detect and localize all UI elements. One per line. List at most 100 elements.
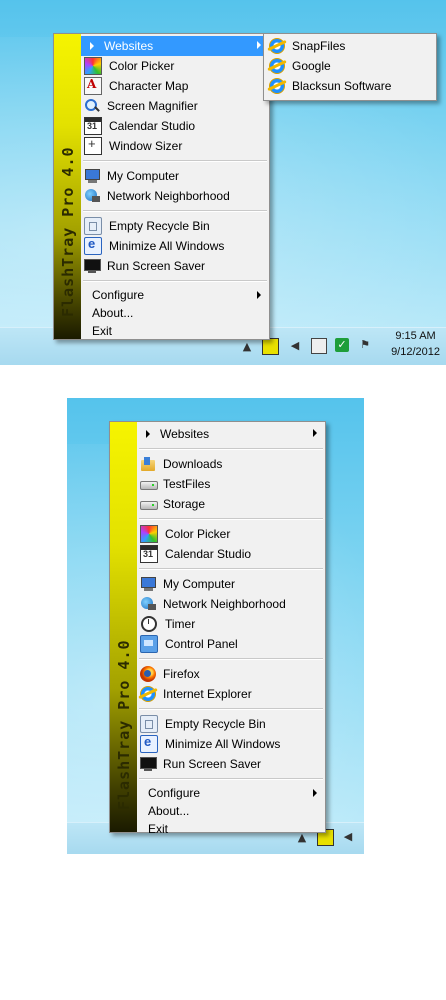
screen-saver-icon (84, 258, 101, 274)
menu-item-my-computer[interactable]: My Computer (81, 166, 269, 186)
menu-separator (139, 708, 323, 710)
sidebar-title: FlashTray Pro 4.0 (58, 146, 77, 317)
menu-item-network-neighborhood[interactable]: Network Neighborhood (137, 594, 325, 614)
menu-item-label: Storage (163, 497, 206, 511)
network-tray-icon[interactable] (311, 338, 327, 354)
menu-item-firefox[interactable]: Firefox (137, 664, 325, 684)
menu-item-label: Minimize All Windows (109, 239, 225, 253)
menu-item-minimize-all-windows[interactable]: Minimize All Windows (137, 734, 325, 754)
taskbar-clock[interactable]: 9:15 AM 9/12/2012 (391, 328, 440, 360)
flashtray-sidebar: FlashTray Pro 4.0 (110, 422, 137, 832)
menu-separator (139, 658, 323, 660)
show-hidden-icons-icon[interactable]: ▲ (240, 340, 254, 354)
menu-item-label: Internet Explorer (163, 687, 252, 701)
submenu-bullet-icon (146, 430, 150, 438)
menu-item-label: Calendar Studio (165, 547, 252, 561)
menu-item-control-panel[interactable]: Control Panel (137, 634, 325, 654)
submenu-arrow-icon (257, 41, 261, 49)
minimize-windows-icon (140, 734, 158, 753)
menu-item-minimize-all-windows[interactable]: Minimize All Windows (81, 236, 269, 256)
websites-submenu: SnapFiles Google Blacksun Software (263, 33, 437, 101)
submenu-bullet-icon (90, 42, 94, 50)
submenu-item-google[interactable]: Google (264, 56, 436, 76)
menu-item-window-sizer[interactable]: Window Sizer (81, 136, 269, 156)
menu-item-storage[interactable]: Storage (137, 494, 325, 514)
clock-date: 9/12/2012 (391, 346, 440, 358)
menu-item-timer[interactable]: Timer (137, 614, 325, 634)
submenu-arrow-icon (313, 789, 317, 797)
menu-item-exit[interactable]: Exit (137, 820, 325, 838)
menu-item-color-picker[interactable]: Color Picker (81, 56, 269, 76)
menu-item-empty-recycle-bin[interactable]: Empty Recycle Bin (81, 216, 269, 236)
menu-item-configure[interactable]: Configure (137, 784, 325, 802)
menu-item-label: Minimize All Windows (165, 737, 281, 751)
submenu-item-snapfiles[interactable]: SnapFiles (264, 36, 436, 56)
timer-icon (141, 616, 157, 632)
menu-item-label: Downloads (163, 457, 223, 471)
menu-item-network-neighborhood[interactable]: Network Neighborhood (81, 186, 269, 206)
screen-saver-icon (140, 756, 157, 772)
menu-item-empty-recycle-bin[interactable]: Empty Recycle Bin (137, 714, 325, 734)
menu-separator (83, 160, 267, 162)
menu-separator (139, 568, 323, 570)
menu-item-about[interactable]: About... (137, 802, 325, 820)
flashtray-tray-icon[interactable] (262, 338, 279, 355)
submenu-item-blacksun-software[interactable]: Blacksun Software (264, 76, 436, 96)
computer-icon (140, 576, 156, 592)
menu-item-label: Websites (104, 39, 154, 53)
menu-item-internet-explorer[interactable]: Internet Explorer (137, 684, 325, 704)
menu-item-exit[interactable]: Exit (81, 322, 269, 340)
volume-icon[interactable]: ◀ (341, 830, 355, 844)
downloads-folder-icon (140, 456, 156, 472)
menu-item-label: Screen Magnifier (107, 99, 198, 113)
menu-item-testfiles[interactable]: TestFiles (137, 474, 325, 494)
action-center-flag-icon[interactable]: ⚑ (358, 338, 372, 352)
menu-item-character-map[interactable]: Character Map (81, 76, 269, 96)
menu-item-my-computer[interactable]: My Computer (137, 574, 325, 594)
menu-item-websites[interactable]: Websites (137, 424, 325, 444)
menu-item-label: Control Panel (165, 637, 238, 651)
menu-item-label: Timer (165, 617, 196, 631)
clock-time: 9:15 AM (395, 330, 436, 342)
menu-item-label: Exit (148, 822, 169, 836)
menu-item-label: Network Neighborhood (163, 597, 286, 611)
menu-item-label: Character Map (109, 79, 189, 93)
menu-item-calendar-studio[interactable]: Calendar Studio (137, 544, 325, 564)
menu-item-label: Color Picker (165, 527, 231, 541)
menu-item-downloads[interactable]: Downloads (137, 454, 325, 474)
submenu-item-label: Google (292, 59, 331, 73)
menu-item-about[interactable]: About... (81, 304, 269, 322)
menu-item-label: Configure (92, 288, 145, 302)
menu-item-configure[interactable]: Configure (81, 286, 269, 304)
character-map-icon (84, 77, 102, 95)
window-sizer-icon (84, 136, 102, 155)
menu-item-run-screen-saver[interactable]: Run Screen Saver (137, 754, 325, 774)
menu-item-label: My Computer (163, 577, 236, 591)
menu-item-color-picker[interactable]: Color Picker (137, 524, 325, 544)
ie-icon (269, 78, 285, 94)
security-tray-icon[interactable]: ✓ (335, 338, 349, 352)
network-icon (84, 188, 100, 204)
menu-item-label: Exit (92, 324, 113, 338)
recycle-bin-icon (84, 217, 102, 235)
menu-item-calendar-studio[interactable]: Calendar Studio (81, 116, 269, 136)
menu-item-label: Color Picker (109, 59, 175, 73)
drive-icon (140, 476, 158, 492)
menu-separator (83, 210, 267, 212)
minimize-windows-icon (84, 236, 102, 255)
menu-item-websites[interactable]: Websites (81, 36, 269, 56)
menu-item-screen-magnifier[interactable]: Screen Magnifier (81, 96, 269, 116)
network-icon (140, 596, 156, 612)
ie-icon (140, 686, 156, 702)
menu-item-label: Calendar Studio (109, 119, 196, 133)
volume-icon[interactable]: ◀ (288, 339, 302, 353)
menu-item-label: Websites (160, 427, 210, 441)
sidebar-title: FlashTray Pro 4.0 (114, 639, 133, 810)
menu-separator (139, 778, 323, 780)
drive-icon (140, 496, 158, 512)
menu-item-label: Configure (148, 786, 201, 800)
menu-item-label: TestFiles (163, 477, 211, 491)
menu-item-run-screen-saver[interactable]: Run Screen Saver (81, 256, 269, 276)
menu-separator (139, 448, 323, 450)
ie-icon (269, 38, 285, 54)
